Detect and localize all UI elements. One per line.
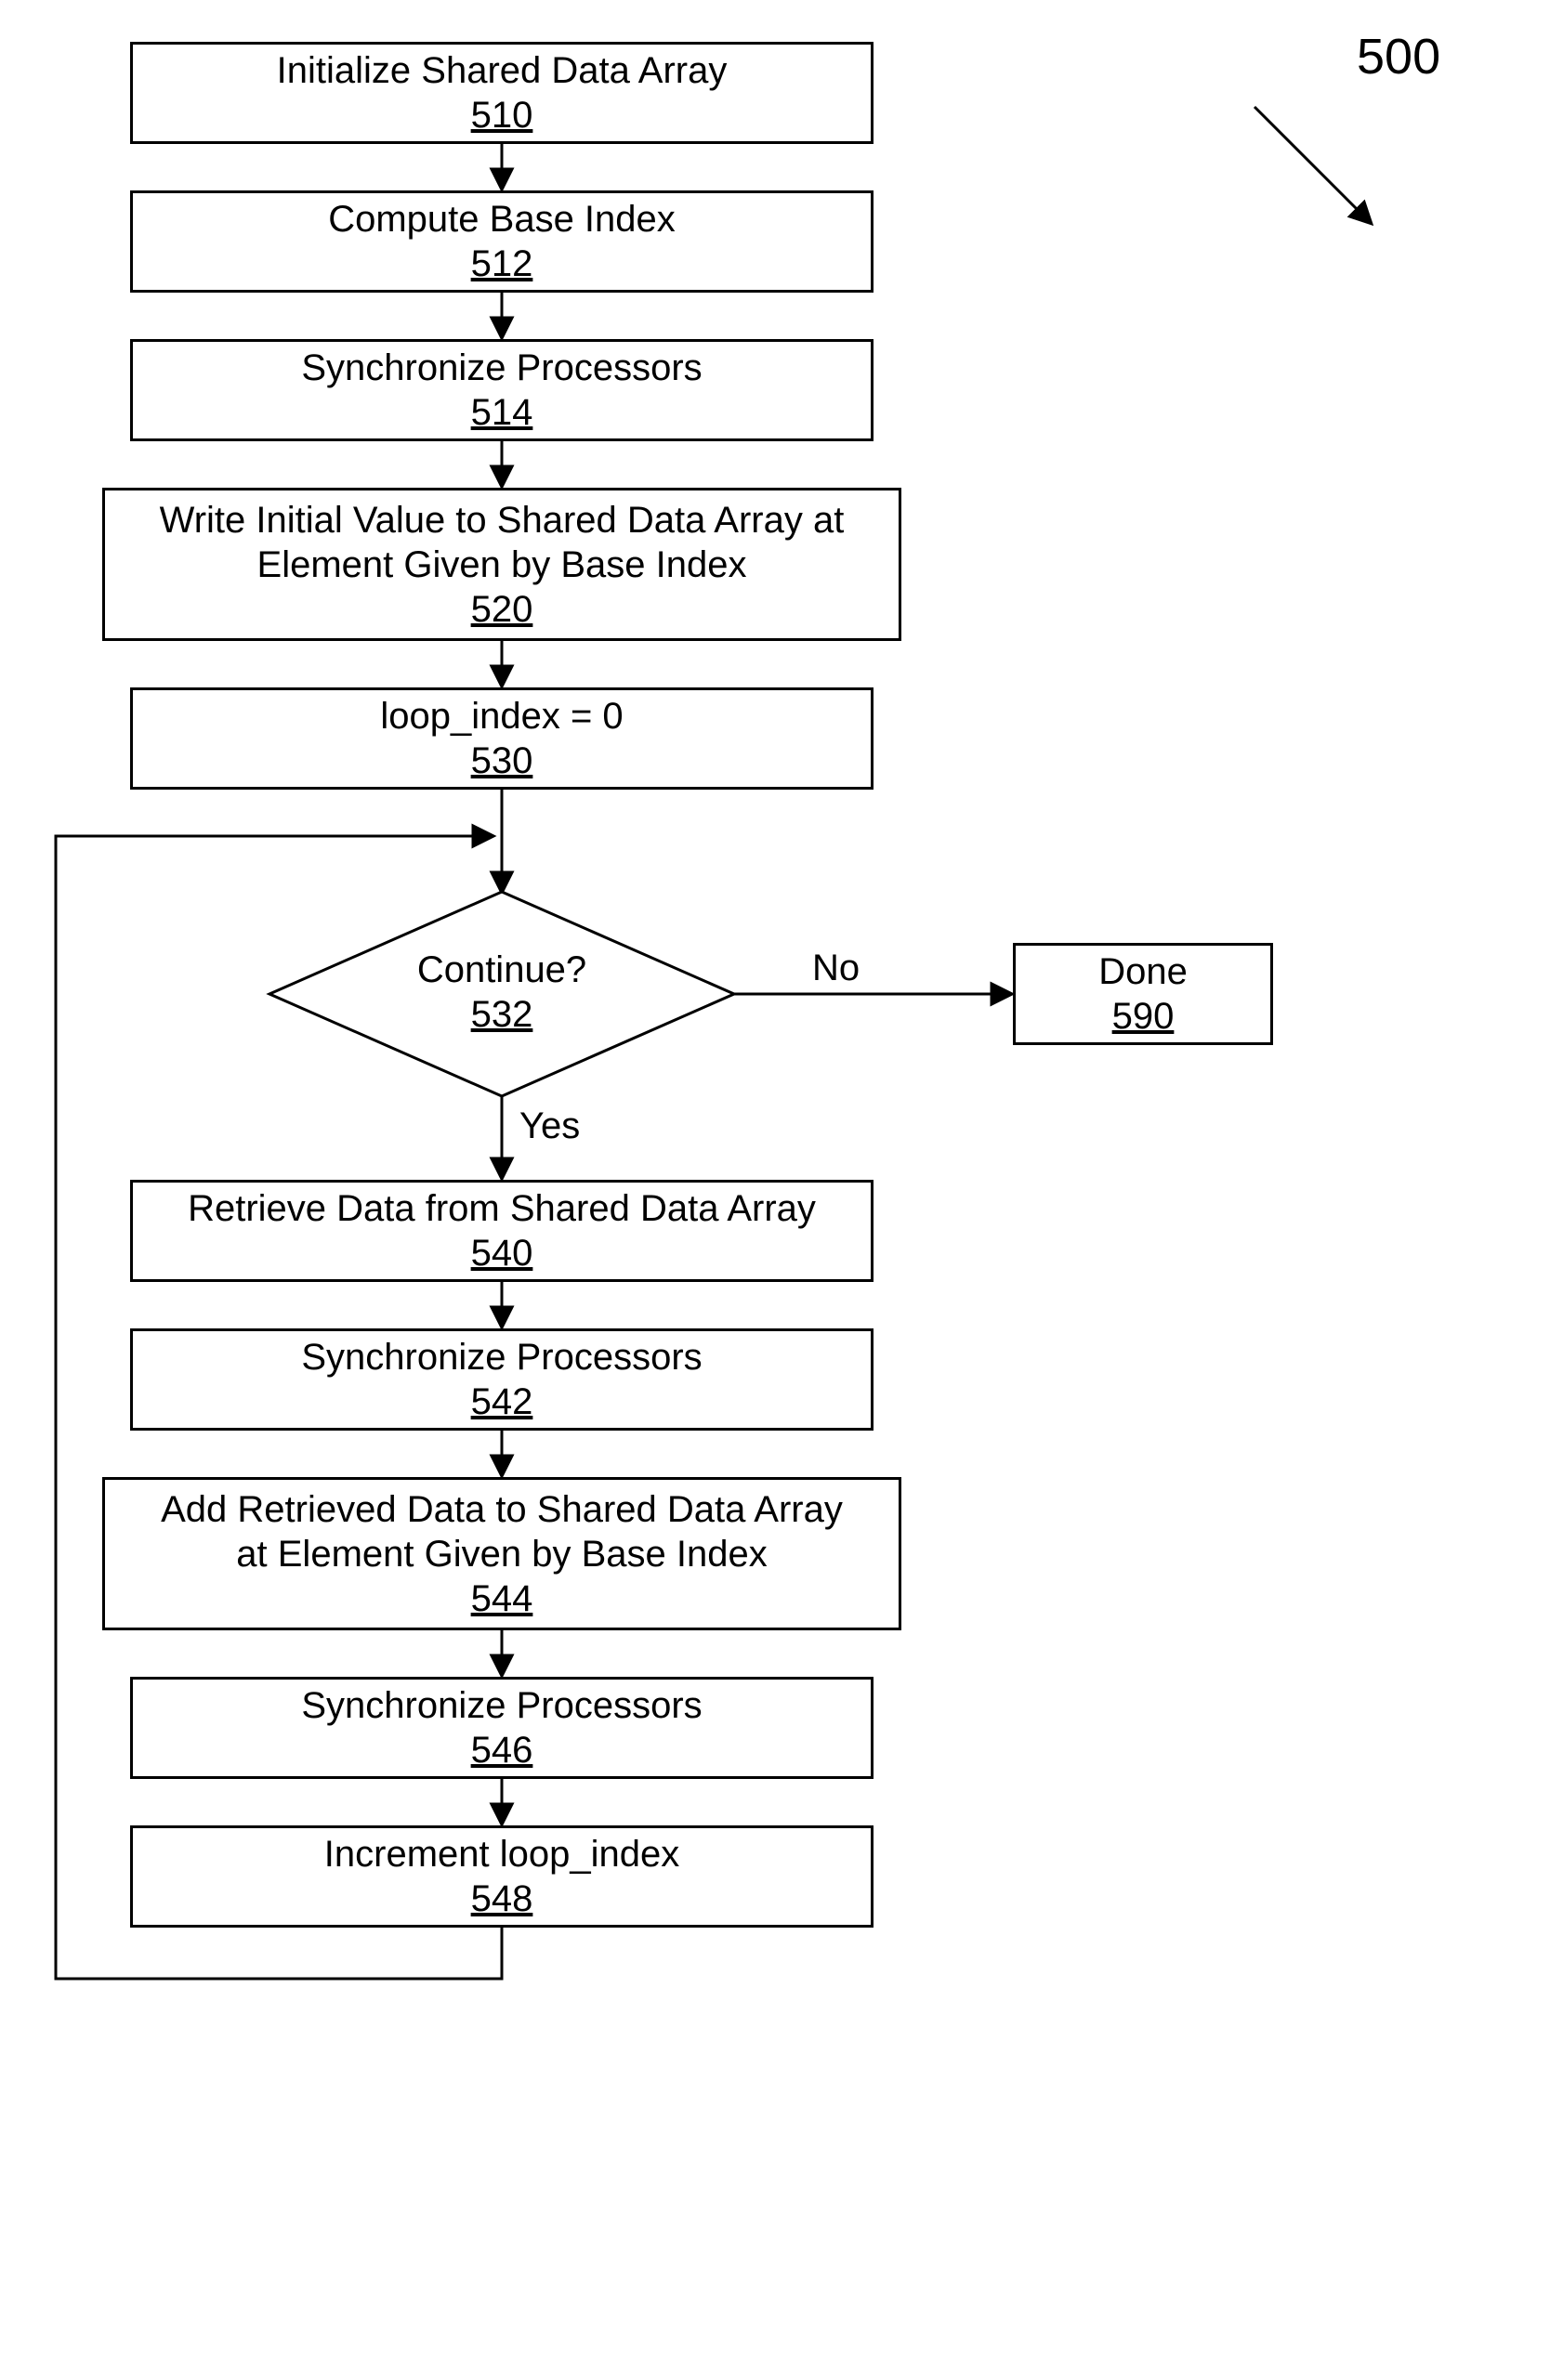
box-loop-index-zero: loop_index = 0 530 bbox=[130, 687, 874, 790]
box-sync-processors-514: Synchronize Processors 514 bbox=[130, 339, 874, 441]
box-ref: 512 bbox=[471, 242, 533, 286]
box-title-line2: Element Given by Base Index bbox=[257, 543, 747, 587]
box-title-line1: Add Retrieved Data to Shared Data Array bbox=[161, 1487, 843, 1532]
box-write-initial-value: Write Initial Value to Shared Data Array… bbox=[102, 488, 901, 641]
box-title: Increment loop_index bbox=[324, 1832, 679, 1877]
box-title-line2: at Element Given by Base Index bbox=[236, 1532, 767, 1576]
box-ref: 548 bbox=[471, 1877, 533, 1921]
box-add-retrieved-data: Add Retrieved Data to Shared Data Array … bbox=[102, 1477, 901, 1630]
box-initialize-shared-data-array: Initialize Shared Data Array 510 bbox=[130, 42, 874, 144]
box-ref: 510 bbox=[471, 93, 533, 137]
decision-ref: 532 bbox=[362, 992, 641, 1037]
label-yes: Yes bbox=[516, 1105, 584, 1147]
box-ref: 544 bbox=[471, 1576, 533, 1621]
box-title-line1: Write Initial Value to Shared Data Array… bbox=[160, 498, 845, 543]
box-ref: 590 bbox=[1112, 994, 1175, 1039]
box-title: Synchronize Processors bbox=[301, 1683, 702, 1728]
label-no: No bbox=[808, 948, 863, 989]
box-title: Compute Base Index bbox=[328, 197, 676, 242]
box-title: Retrieve Data from Shared Data Array bbox=[188, 1186, 816, 1231]
box-sync-processors-546: Synchronize Processors 546 bbox=[130, 1677, 874, 1779]
box-title: Initialize Shared Data Array bbox=[277, 48, 728, 93]
box-title: Synchronize Processors bbox=[301, 1335, 702, 1380]
box-sync-processors-542: Synchronize Processors 542 bbox=[130, 1328, 874, 1431]
box-retrieve-data: Retrieve Data from Shared Data Array 540 bbox=[130, 1180, 874, 1282]
decision-title: Continue? bbox=[362, 948, 641, 992]
box-ref: 520 bbox=[471, 587, 533, 632]
box-ref: 540 bbox=[471, 1231, 533, 1275]
box-ref: 546 bbox=[471, 1728, 533, 1772]
box-ref: 542 bbox=[471, 1380, 533, 1424]
box-title: Synchronize Processors bbox=[301, 346, 702, 390]
box-ref: 530 bbox=[471, 739, 533, 783]
box-increment-loop-index: Increment loop_index 548 bbox=[130, 1825, 874, 1928]
decision-continue: Continue? 532 bbox=[362, 948, 641, 1037]
figure-ref-500: 500 bbox=[1357, 28, 1440, 85]
box-compute-base-index: Compute Base Index 512 bbox=[130, 190, 874, 293]
box-title: Done bbox=[1098, 949, 1188, 994]
box-ref: 514 bbox=[471, 390, 533, 435]
box-title: loop_index = 0 bbox=[380, 694, 623, 739]
box-done: Done 590 bbox=[1013, 943, 1273, 1045]
